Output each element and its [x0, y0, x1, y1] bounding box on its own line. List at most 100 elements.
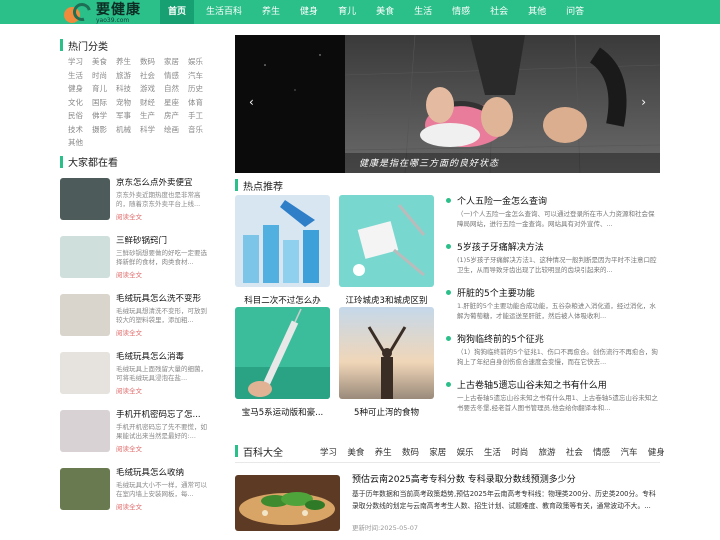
category-link[interactable]: 游戏: [140, 83, 164, 95]
category-link[interactable]: 房产: [164, 110, 188, 122]
encyclopedia-article[interactable]: 预估云南2025高考专科分数 专科录取分数线预测多少分 基于历年数据和当前高考政…: [235, 470, 660, 532]
category-link[interactable]: 历史: [188, 83, 212, 95]
encyclopedia-tab[interactable]: 社会: [566, 446, 583, 458]
encyclopedia-tab[interactable]: 养生: [375, 446, 392, 458]
read-more-link[interactable]: 阅读全文: [116, 269, 210, 279]
category-link[interactable]: 军事: [116, 110, 140, 122]
category-link[interactable]: 星座: [164, 97, 188, 109]
news-item[interactable]: 上古卷轴5遗忘山谷未知之书有什么用 一上古卷轴5遗忘山谷未知之书有什么用1、上古卷…: [446, 378, 660, 424]
popular-thumbnail[interactable]: [60, 409, 110, 452]
encyclopedia-tab[interactable]: 美食: [347, 446, 364, 458]
site-logo[interactable]: 要健康 yao39.com: [62, 0, 141, 25]
hot-card[interactable]: 科目二次不过怎么办: [235, 195, 330, 306]
nav-item[interactable]: 健身: [292, 0, 326, 24]
news-title[interactable]: 上古卷轴5遗忘山谷未知之书有什么用: [457, 378, 607, 391]
popular-thumbnail[interactable]: [60, 177, 110, 220]
popular-thumbnail[interactable]: [60, 467, 110, 510]
encyclopedia-tab[interactable]: 健身: [648, 446, 665, 458]
news-item[interactable]: 5岁孩子牙痛解决方法 (1)5岁孩子牙痛解决方法1、这种情况一般判断是因为平时不注…: [446, 240, 660, 286]
category-link[interactable]: 音乐: [188, 124, 212, 136]
read-more-link[interactable]: 阅读全文: [116, 385, 210, 395]
nav-item[interactable]: 生活: [406, 0, 440, 24]
popular-item[interactable]: 毛绒玩具怎么消毒 毛绒玩具上面残留大量的细菌，可将毛绒玩具浸泡在盐... 阅读全文: [60, 351, 216, 401]
banner-caption[interactable]: 健康是指在哪三方面的良好状态: [359, 156, 499, 169]
popular-item-title[interactable]: 毛绒玩具怎么收纳: [116, 468, 210, 479]
category-link[interactable]: 科学: [140, 124, 164, 136]
nav-item[interactable]: 情感: [444, 0, 478, 24]
hot-card[interactable]: 江玲城虎3和城虎区别: [339, 195, 434, 306]
hot-card[interactable]: 5种可止泻的食物: [339, 307, 434, 418]
news-title[interactable]: 个人五险一金怎么查询: [457, 194, 547, 207]
category-link[interactable]: 手工: [188, 110, 212, 122]
encyclopedia-tab[interactable]: 情感: [593, 446, 610, 458]
category-link[interactable]: 摄影: [92, 124, 116, 136]
banner-carousel[interactable]: ‹ › 健康是指在哪三方面的良好状态: [235, 35, 660, 173]
news-title[interactable]: 5岁孩子牙痛解决方法: [457, 240, 544, 253]
nav-item[interactable]: 问答: [558, 0, 592, 24]
nav-item[interactable]: 生活百科: [198, 0, 250, 24]
popular-item[interactable]: 手机开机密码忘了怎... 手机开机密码忘了先不要慌，如果能试出来当然是最好的:..…: [60, 409, 216, 459]
read-more-link[interactable]: 阅读全文: [116, 443, 210, 453]
encyclopedia-tab[interactable]: 数码: [402, 446, 419, 458]
popular-item-title[interactable]: 毛绒玩具怎么消毒: [116, 352, 210, 363]
nav-item[interactable]: 养生: [254, 0, 288, 24]
encyclopedia-tab[interactable]: 旅游: [539, 446, 556, 458]
category-link[interactable]: 文化: [68, 97, 92, 109]
category-link[interactable]: 自然: [164, 83, 188, 95]
category-link[interactable]: 汽车: [188, 70, 212, 82]
nav-item[interactable]: 其他: [520, 0, 554, 24]
category-link[interactable]: 时尚: [92, 70, 116, 82]
news-title[interactable]: 狗狗临终前的5个征兆: [457, 332, 544, 345]
category-link[interactable]: 宠物: [116, 97, 140, 109]
category-link[interactable]: 生产: [140, 110, 164, 122]
read-more-link[interactable]: 阅读全文: [116, 327, 210, 337]
banner-next-icon[interactable]: ›: [641, 95, 646, 109]
popular-item-title[interactable]: 手机开机密码忘了怎...: [116, 410, 210, 421]
category-link[interactable]: 情感: [164, 70, 188, 82]
encyclopedia-tab[interactable]: 学习: [320, 446, 337, 458]
article-title[interactable]: 预估云南2025高考专科分数 专科录取分数线预测多少分: [352, 472, 576, 485]
category-link[interactable]: 数码: [140, 56, 164, 68]
popular-item[interactable]: 毛绒玩具怎么收纳 毛绒玩具大小不一样，通常可以在室内墙上安装网板，每... 阅读全文: [60, 467, 216, 517]
category-link[interactable]: 体育: [188, 97, 212, 109]
category-link[interactable]: 民俗: [68, 110, 92, 122]
category-link[interactable]: 学习: [68, 56, 92, 68]
read-more-link[interactable]: 阅读全文: [116, 501, 210, 511]
hot-card[interactable]: 宝马5系运动版和豪...: [235, 307, 330, 418]
encyclopedia-tab[interactable]: 娱乐: [457, 446, 474, 458]
popular-item[interactable]: 京东怎么点外卖便宜 京东外卖近期热度也是非常高的，随着京东外卖平台上线... 阅读全…: [60, 177, 216, 227]
popular-item[interactable]: 毛绒玩具怎么洗不变形 毛绒玩具想清洗不变形，可放到较大的塑料袋里，添加粗... 阅读…: [60, 293, 216, 343]
popular-thumbnail[interactable]: [60, 293, 110, 336]
popular-item[interactable]: 三鲜砂锅窍门 三鲜砂锅想要做的好吃一定要选择新鲜的食材，肉类食材... 阅读全文: [60, 235, 216, 285]
category-link[interactable]: 旅游: [116, 70, 140, 82]
encyclopedia-tab[interactable]: 时尚: [511, 446, 528, 458]
banner-prev-icon[interactable]: ‹: [249, 95, 254, 109]
category-link[interactable]: 养生: [116, 56, 140, 68]
encyclopedia-tab[interactable]: 生活: [484, 446, 501, 458]
hot-card-title[interactable]: 5种可止泻的食物: [339, 406, 434, 418]
news-item[interactable]: 狗狗临终前的5个征兆 （1）狗狗临终前的5个征兆1、伤口不再愈合。创伤流行不再愈合…: [446, 332, 660, 378]
category-link[interactable]: 娱乐: [188, 56, 212, 68]
nav-item[interactable]: 育儿: [330, 0, 364, 24]
category-link[interactable]: 社会: [140, 70, 164, 82]
hot-card-title[interactable]: 宝马5系运动版和豪...: [235, 406, 330, 418]
category-link[interactable]: 机械: [116, 124, 140, 136]
popular-item-title[interactable]: 京东怎么点外卖便宜: [116, 178, 210, 189]
nav-item[interactable]: 社会: [482, 0, 516, 24]
news-item[interactable]: 肝脏的5个主要功能 1.肝脏的5个主要功能合成功能，五谷杂粮进入消化道，经过消化，…: [446, 286, 660, 332]
category-link[interactable]: 健身: [68, 83, 92, 95]
hot-card-title[interactable]: 科目二次不过怎么办: [235, 294, 330, 306]
nav-item[interactable]: 首页: [160, 0, 195, 24]
category-link[interactable]: 育儿: [92, 83, 116, 95]
popular-thumbnail[interactable]: [60, 235, 110, 278]
category-link[interactable]: 美食: [92, 56, 116, 68]
category-link[interactable]: 国际: [92, 97, 116, 109]
category-link[interactable]: 财经: [140, 97, 164, 109]
nav-item[interactable]: 美食: [368, 0, 402, 24]
encyclopedia-tab[interactable]: 家居: [429, 446, 446, 458]
news-item[interactable]: 个人五险一金怎么查询 （一)个人五险一金怎么查询、可以通过登录所在市人力资源和社会…: [446, 194, 660, 240]
news-title[interactable]: 肝脏的5个主要功能: [457, 286, 535, 299]
read-more-link[interactable]: 阅读全文: [116, 211, 210, 221]
category-link[interactable]: 家居: [164, 56, 188, 68]
popular-thumbnail[interactable]: [60, 351, 110, 394]
